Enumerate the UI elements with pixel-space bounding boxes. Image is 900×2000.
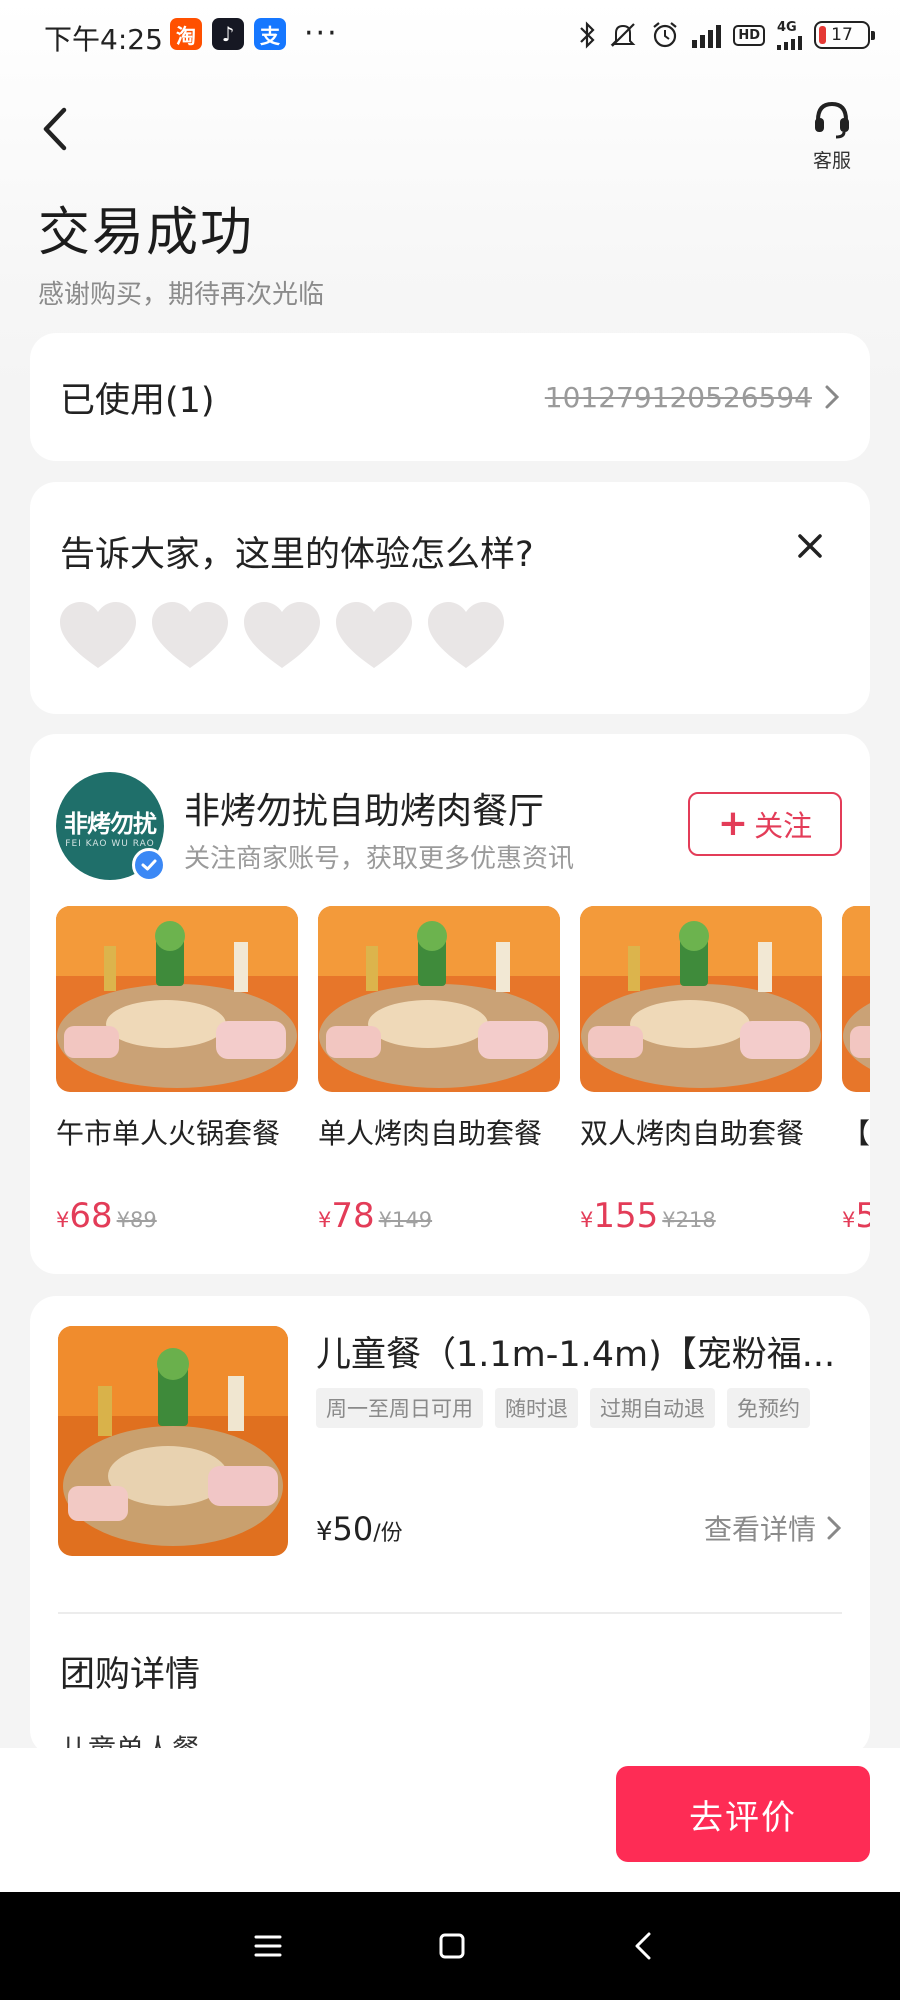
deal-price-currency: ¥	[318, 1208, 332, 1232]
chevron-right-icon	[827, 1516, 842, 1540]
status-bar: 下午4:25 淘 ♪ 支 ··· HD 4G 17	[0, 0, 900, 72]
deal-price-value: 78	[331, 1196, 375, 1236]
deal-price: ¥155 ¥218	[580, 1196, 716, 1236]
system-nav-bar	[0, 1892, 900, 2000]
view-details-link[interactable]: 查看详情	[704, 1508, 842, 1548]
more-notifications-icon: ···	[304, 16, 339, 51]
view-details-label: 查看详情	[703, 1513, 816, 1546]
write-review-button[interactable]: 去评价	[616, 1766, 870, 1862]
item-tags: 周一至周日可用 随时退 过期自动退 免预约	[316, 1388, 816, 1428]
item-tag: 周一至周日可用	[316, 1388, 483, 1428]
verified-icon	[132, 848, 166, 882]
deal-image	[318, 906, 560, 1092]
bluetooth-icon	[578, 18, 596, 52]
deal-price-currency: ¥	[580, 1208, 594, 1232]
customer-service-label: 客服	[812, 150, 851, 172]
deal-card[interactable]: 午市单人火锅套餐 ¥68 ¥89	[56, 906, 298, 1236]
follow-button[interactable]: + 关注	[688, 792, 842, 856]
deal-title: 午市单人火锅套餐	[56, 1117, 281, 1150]
item-tag: 随时退	[495, 1388, 578, 1428]
order-success-page: 下午4:25 淘 ♪ 支 ··· HD 4G 17 客服 交易成功 感谢购买，期…	[0, 0, 900, 2000]
shop-subtitle: 关注商家账号，获取更多优惠资讯	[184, 844, 575, 874]
bottom-action-bar: 去评价	[0, 1748, 900, 1892]
voucher-code: 101279120526594	[544, 380, 812, 414]
food-photo	[58, 1326, 288, 1556]
deal-title: 单人烤肉自助套餐	[318, 1117, 543, 1150]
page-subtitle: 感谢购买，期待再次光临	[38, 280, 325, 310]
item-price-unit: /份	[373, 1521, 403, 1546]
item-price: ¥50/份	[316, 1510, 403, 1548]
plus-icon: +	[717, 803, 749, 844]
shop-logo-text: 非烤勿扰	[64, 809, 157, 838]
deal-original-price: ¥218	[662, 1208, 716, 1232]
shop-logo[interactable]: 非烤勿扰 FEI KAO WU RAO	[56, 772, 166, 882]
battery-icon: 17	[814, 21, 875, 49]
deal-price-currency: ¥	[56, 1208, 70, 1232]
customer-service-button[interactable]: 客服	[802, 96, 862, 173]
signal-icon	[692, 22, 722, 48]
follow-label: 关注	[754, 809, 813, 843]
back-nav-icon[interactable]	[620, 1922, 668, 1970]
menu-icon[interactable]	[244, 1922, 292, 1970]
item-tag: 免预约	[727, 1388, 810, 1428]
deal-image	[842, 906, 870, 1092]
deal-price-value: 155	[593, 1196, 659, 1236]
deal-price-value: 68	[69, 1196, 113, 1236]
deal-original-price: ¥89	[116, 1208, 157, 1232]
status-app-icons: 淘 ♪ 支 ···	[170, 18, 339, 50]
headset-icon	[815, 101, 849, 139]
hd-badge: HD	[733, 24, 765, 46]
deal-card[interactable]: 双人烤肉自助套餐 ¥155 ¥218	[580, 906, 822, 1236]
deal-original-price: ¥149	[378, 1208, 433, 1232]
rating-card: 告诉大家，这里的体验怎么样?	[30, 482, 870, 714]
deal-card[interactable]: 单人烤肉自助套餐 ¥78 ¥149	[318, 906, 560, 1236]
deal-carousel[interactable]: 午市单人火锅套餐 ¥68 ¥89 单人烤肉自助套餐 ¥78 ¥149 双人烤肉自助套餐 ¥15…	[56, 906, 870, 1266]
deal-title: 双人烤肉自助套餐	[580, 1117, 805, 1150]
deal-image	[580, 906, 822, 1092]
chevron-left-icon	[43, 107, 67, 151]
heart-rating-icon[interactable]	[334, 600, 414, 672]
deal-price-value: 5	[855, 1196, 870, 1236]
deal-price: ¥78 ¥149	[318, 1196, 432, 1236]
item-price-value: 50	[332, 1510, 374, 1548]
alipay-icon: 支	[254, 18, 286, 50]
item-price-currency: ¥	[316, 1517, 333, 1547]
mute-icon	[608, 18, 638, 52]
heart-rating-icon[interactable]	[58, 600, 138, 672]
home-icon[interactable]	[428, 1922, 476, 1970]
douyin-icon: ♪	[212, 18, 244, 50]
shop-name[interactable]: 非烤勿扰自助烤肉餐厅	[184, 782, 544, 834]
deal-price: ¥5	[842, 1196, 870, 1236]
status-time: 下午4:25	[44, 23, 163, 56]
heart-rating-icon[interactable]	[150, 600, 230, 672]
usage-label: 已使用(1)	[60, 380, 215, 421]
chevron-right-icon	[825, 385, 840, 409]
deal-card[interactable]: 【学 ¥5	[842, 906, 870, 1236]
page-title: 交易成功	[38, 203, 255, 263]
group-deal-title: 团购详情	[60, 1655, 201, 1695]
deal-price: ¥68 ¥89	[56, 1196, 157, 1236]
item-tag: 过期自动退	[590, 1388, 715, 1428]
deal-price-currency: ¥	[842, 1208, 856, 1232]
network-4g-icon: 4G	[777, 18, 802, 52]
back-button[interactable]	[36, 104, 76, 154]
deal-title: 【学	[842, 1117, 870, 1150]
usage-status-row[interactable]: 已使用(1) 101279120526594	[30, 333, 870, 461]
heart-rating-icon[interactable]	[426, 600, 506, 672]
alarm-icon	[650, 18, 680, 52]
deal-image	[56, 906, 298, 1092]
heart-rating-icon[interactable]	[242, 600, 322, 672]
divider	[58, 1612, 842, 1614]
purchased-item-card: 儿童餐（1.1m-1.4m)【宠粉福... 周一至周日可用 随时退 过期自动退 免预约…	[30, 1296, 870, 1756]
shop-logo-sub: FEI KAO WU RAO	[65, 838, 155, 849]
status-indicators: HD 4G 17	[578, 18, 875, 52]
item-title[interactable]: 儿童餐（1.1m-1.4m)【宠粉福...	[316, 1326, 846, 1377]
rating-question: 告诉大家，这里的体验怎么样?	[60, 535, 534, 575]
shop-card: 非烤勿扰 FEI KAO WU RAO 非烤勿扰自助烤肉餐厅 关注商家账号，获取…	[30, 734, 870, 1274]
battery-level-text: 17	[831, 25, 853, 45]
item-image[interactable]	[58, 1326, 288, 1556]
taobao-icon: 淘	[170, 18, 202, 50]
close-icon[interactable]	[794, 530, 826, 562]
